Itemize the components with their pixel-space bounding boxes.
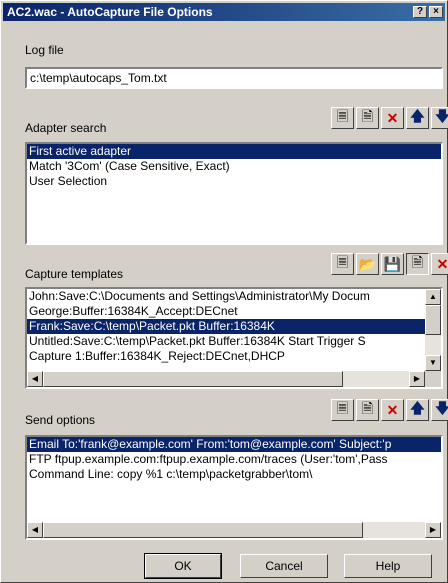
options-dialog: AC2.wac - AutoCapture File Options ? × L… xyxy=(0,0,448,583)
delete-icon: ✕ xyxy=(436,255,448,272)
help-title-button[interactable]: ? xyxy=(413,6,427,18)
ok-button[interactable]: OK xyxy=(144,553,222,579)
adapter-properties-button[interactable]: 🗎 xyxy=(356,107,379,129)
delete-icon: ✕ xyxy=(386,109,399,126)
properties-icon: 🗎 xyxy=(361,400,374,416)
log-file-label: Log file xyxy=(25,43,64,57)
adapter-search-label: Adapter search xyxy=(25,121,107,135)
adapter-delete-button[interactable]: ✕ xyxy=(381,107,404,129)
templates-vertical-scrollbar[interactable]: ▲ ▼ xyxy=(425,289,441,371)
open-folder-icon: 📂 xyxy=(358,255,377,272)
send-horizontal-scrollbar[interactable]: ◀ ▶ xyxy=(27,522,441,538)
list-item[interactable]: Command Line: copy %1 c:\temp\packetgrab… xyxy=(27,467,441,482)
log-file-input[interactable] xyxy=(27,69,441,87)
scroll-left-icon[interactable]: ◀ xyxy=(27,522,43,538)
templates-horizontal-scrollbar[interactable]: ◀ ▶ xyxy=(27,371,425,387)
list-item[interactable]: Match '3Com' (Case Sensitive, Exact) xyxy=(27,159,441,174)
scroll-thumb[interactable] xyxy=(43,522,363,538)
scroll-corner xyxy=(425,371,441,387)
adapter-new-button[interactable]: 🗏 xyxy=(331,107,354,129)
properties-icon: 🗎 xyxy=(361,108,374,124)
send-new-button[interactable]: 🗏 xyxy=(331,399,354,421)
title-bar: AC2.wac - AutoCapture File Options ? × xyxy=(3,3,445,21)
list-item[interactable]: Untitled:Save:C:\temp\Packet.pkt Buffer:… xyxy=(27,334,425,349)
new-icon: 🗏 xyxy=(336,400,349,416)
send-options-list[interactable]: Email To:'frank@example.com' From:'tom@e… xyxy=(25,435,443,540)
template-open-button[interactable]: 📂 xyxy=(356,253,379,275)
capture-templates-label: Capture templates xyxy=(25,267,124,281)
scroll-right-icon[interactable]: ▶ xyxy=(409,371,425,387)
arrow-up-icon: 🡅 xyxy=(410,108,425,124)
capture-templates-list[interactable]: John:Save:C:\Documents and Settings\Admi… xyxy=(25,287,443,389)
cancel-button[interactable]: Cancel xyxy=(240,554,328,578)
send-properties-button[interactable]: 🗎 xyxy=(356,399,379,421)
list-item[interactable]: Capture 1:Buffer:16384K_Reject:DECnet,DH… xyxy=(27,349,425,364)
adapter-move-up-button[interactable]: 🡅 xyxy=(406,107,429,129)
template-save-button[interactable]: 💾 xyxy=(381,253,404,275)
new-icon: 🗏 xyxy=(336,254,349,270)
list-item[interactable]: Frank:Save:C:\temp\Packet.pkt Buffer:163… xyxy=(27,319,425,334)
arrow-down-icon: 🡇 xyxy=(435,108,448,124)
properties-icon: 🗎 xyxy=(411,254,424,270)
window-title: AC2.wac - AutoCapture File Options xyxy=(7,5,213,19)
adapter-move-down-button[interactable]: 🡇 xyxy=(431,107,448,129)
scroll-down-icon[interactable]: ▼ xyxy=(425,355,441,371)
template-properties-button[interactable]: 🗎 xyxy=(406,253,429,275)
send-move-down-button[interactable]: 🡇 xyxy=(431,399,448,421)
save-icon: 💾 xyxy=(383,255,402,272)
list-item[interactable]: George:Buffer:16384K_Accept:DECnet xyxy=(27,304,425,319)
new-icon: 🗏 xyxy=(336,108,349,124)
template-delete-button[interactable]: ✕ xyxy=(431,253,448,275)
list-item[interactable]: Email To:'frank@example.com' From:'tom@e… xyxy=(27,437,441,452)
scroll-left-icon[interactable]: ◀ xyxy=(27,371,43,387)
list-item[interactable]: First active adapter xyxy=(27,144,441,159)
close-title-button[interactable]: × xyxy=(429,6,443,18)
scroll-thumb[interactable] xyxy=(43,371,343,387)
help-button[interactable]: Help xyxy=(344,554,432,578)
delete-icon: ✕ xyxy=(386,401,399,418)
list-item[interactable]: User Selection xyxy=(27,174,441,189)
send-move-up-button[interactable]: 🡅 xyxy=(406,399,429,421)
arrow-up-icon: 🡅 xyxy=(410,400,425,416)
list-item[interactable]: FTP ftpup.example.com:ftpup.example.com/… xyxy=(27,452,441,467)
scroll-up-icon[interactable]: ▲ xyxy=(425,289,441,305)
send-options-label: Send options xyxy=(25,413,96,427)
send-delete-button[interactable]: ✕ xyxy=(381,399,404,421)
scroll-right-icon[interactable]: ▶ xyxy=(425,522,441,538)
scroll-thumb[interactable] xyxy=(425,305,441,335)
adapter-search-list[interactable]: First active adapter Match '3Com' (Case … xyxy=(25,142,443,245)
list-item[interactable]: John:Save:C:\Documents and Settings\Admi… xyxy=(27,289,425,304)
arrow-down-icon: 🡇 xyxy=(435,400,448,416)
template-new-button[interactable]: 🗏 xyxy=(331,253,354,275)
log-file-field[interactable] xyxy=(25,67,443,89)
